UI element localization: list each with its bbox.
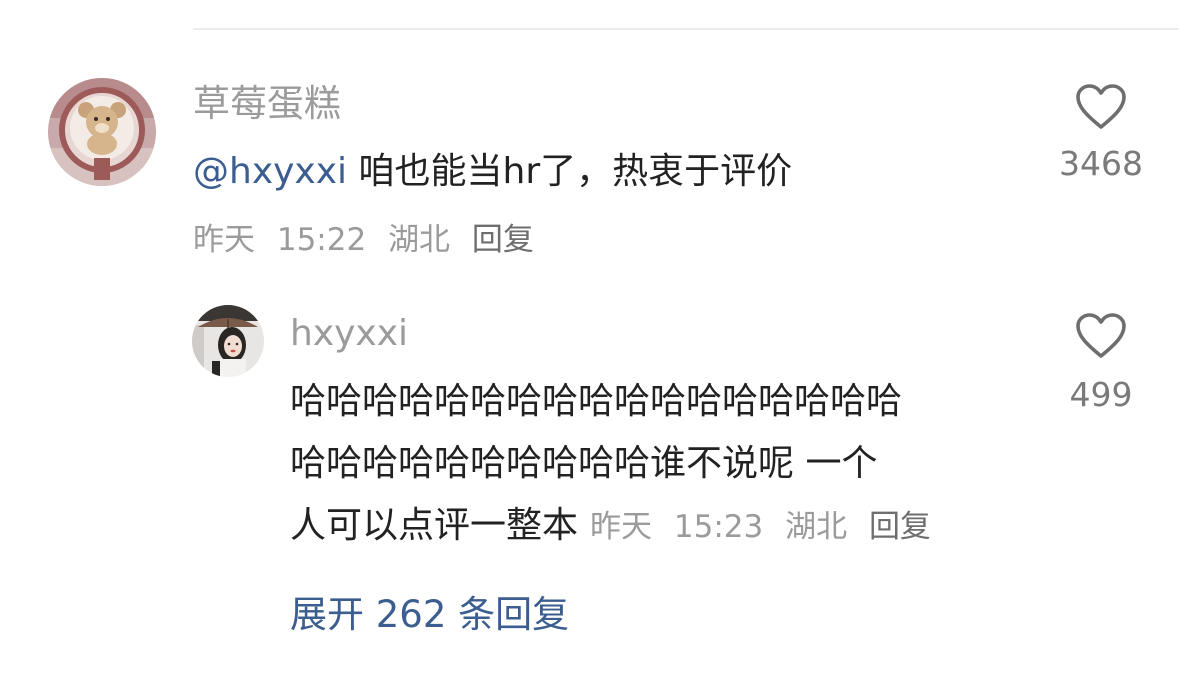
- comment-thread: 草莓蛋糕 @hxyxxi 咱也能当hr了，热衷于评价 昨天 15:22 湖北 回…: [0, 0, 1179, 683]
- reply-text-line: 人可以点评一整本: [290, 505, 579, 546]
- expand-replies-button[interactable]: 展开 262 条回复: [290, 590, 569, 640]
- reply-reply-button[interactable]: 回复: [869, 509, 931, 545]
- comment-username[interactable]: 草莓蛋糕: [193, 82, 341, 126]
- reply-avatar[interactable]: [192, 305, 264, 377]
- reply-date: 昨天: [590, 509, 653, 545]
- reply-text-line: 哈哈哈哈哈哈哈哈哈哈谁不说呢 一个: [290, 443, 878, 484]
- like-button[interactable]: 3468: [1041, 84, 1161, 184]
- woman-with-umbrella-avatar: [192, 305, 264, 377]
- reply-text-line: 哈哈哈哈哈哈哈哈哈哈哈哈哈哈哈哈哈: [290, 381, 903, 422]
- reply-button[interactable]: 回复: [472, 222, 534, 258]
- comment-date: 昨天: [193, 222, 255, 258]
- divider: [193, 28, 1179, 30]
- reply-location: 湖北: [785, 509, 848, 545]
- comment-body: @hxyxxi 咱也能当hr了，热衷于评价: [193, 143, 792, 201]
- comment-meta: 昨天 15:22 湖北 回复: [193, 219, 534, 261]
- reply-meta: 昨天 15:23 湖北 回复: [590, 509, 931, 545]
- avatar[interactable]: [48, 78, 156, 186]
- heart-outline-icon: [1076, 313, 1126, 358]
- teddy-bear-avatar: [48, 78, 156, 186]
- reply-body: 哈哈哈哈哈哈哈哈哈哈哈哈哈哈哈哈哈 哈哈哈哈哈哈哈哈哈哈谁不说呢 一个 人可以点…: [290, 371, 1030, 558]
- like-count: 3468: [1059, 144, 1143, 183]
- comment-location: 湖北: [388, 222, 451, 258]
- heart-outline-icon: [1076, 84, 1126, 129]
- comment-time: 15:22: [276, 222, 367, 258]
- reply-time: 15:23: [673, 509, 764, 545]
- reply-like-count: 499: [1069, 375, 1133, 414]
- reply-like-button[interactable]: 499: [1041, 313, 1161, 415]
- reply-username[interactable]: hxyxxi: [290, 312, 408, 356]
- reply-text-line-last: 人可以点评一整本 昨天 15:23 湖北 回复: [290, 495, 1030, 558]
- comment-text: 咱也能当hr了，热衷于评价: [358, 151, 793, 192]
- user-mention[interactable]: @hxyxxi: [193, 151, 347, 192]
